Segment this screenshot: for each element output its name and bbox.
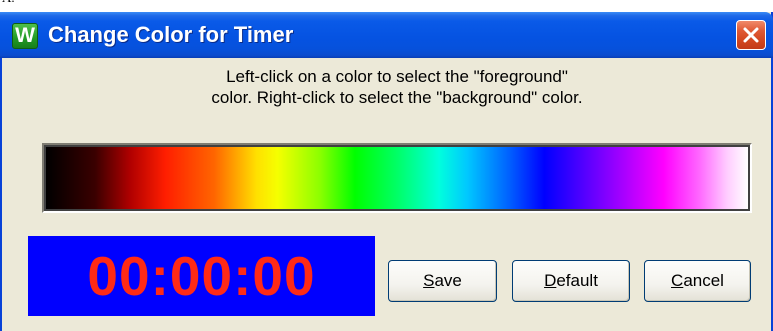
app-w-icon: W [12,23,38,49]
close-button[interactable] [736,20,766,50]
window-title: Change Color for Timer [48,22,294,47]
default-button[interactable]: Default [512,260,630,302]
timer-preview: 00:00:00 [28,236,375,316]
save-button[interactable]: Save [388,260,497,302]
color-spectrum-gradient[interactable] [44,145,750,211]
dialog-window: W Change Color for Timer Left-click on a… [0,12,773,331]
save-label-rest: ave [434,271,462,290]
top-strip: A. [0,0,773,12]
cancel-mnemonic: C [671,271,684,290]
default-mnemonic: D [544,271,557,290]
default-label-rest: efault [556,271,598,290]
color-spectrum-picker[interactable] [42,143,752,213]
save-mnemonic: S [423,271,435,290]
instructions-line-1: Left-click on a color to select the "for… [226,67,568,86]
top-text-fragment: A. [2,0,15,5]
cancel-button[interactable]: Cancel [644,260,751,302]
instructions-line-2: color. Right-click to select the "backgr… [211,88,583,107]
instructions-text: Left-click on a color to select the "for… [42,66,752,108]
cancel-label-rest: ancel [683,271,724,290]
title-bar[interactable]: W Change Color for Timer [0,12,773,58]
close-x-icon [743,27,759,43]
